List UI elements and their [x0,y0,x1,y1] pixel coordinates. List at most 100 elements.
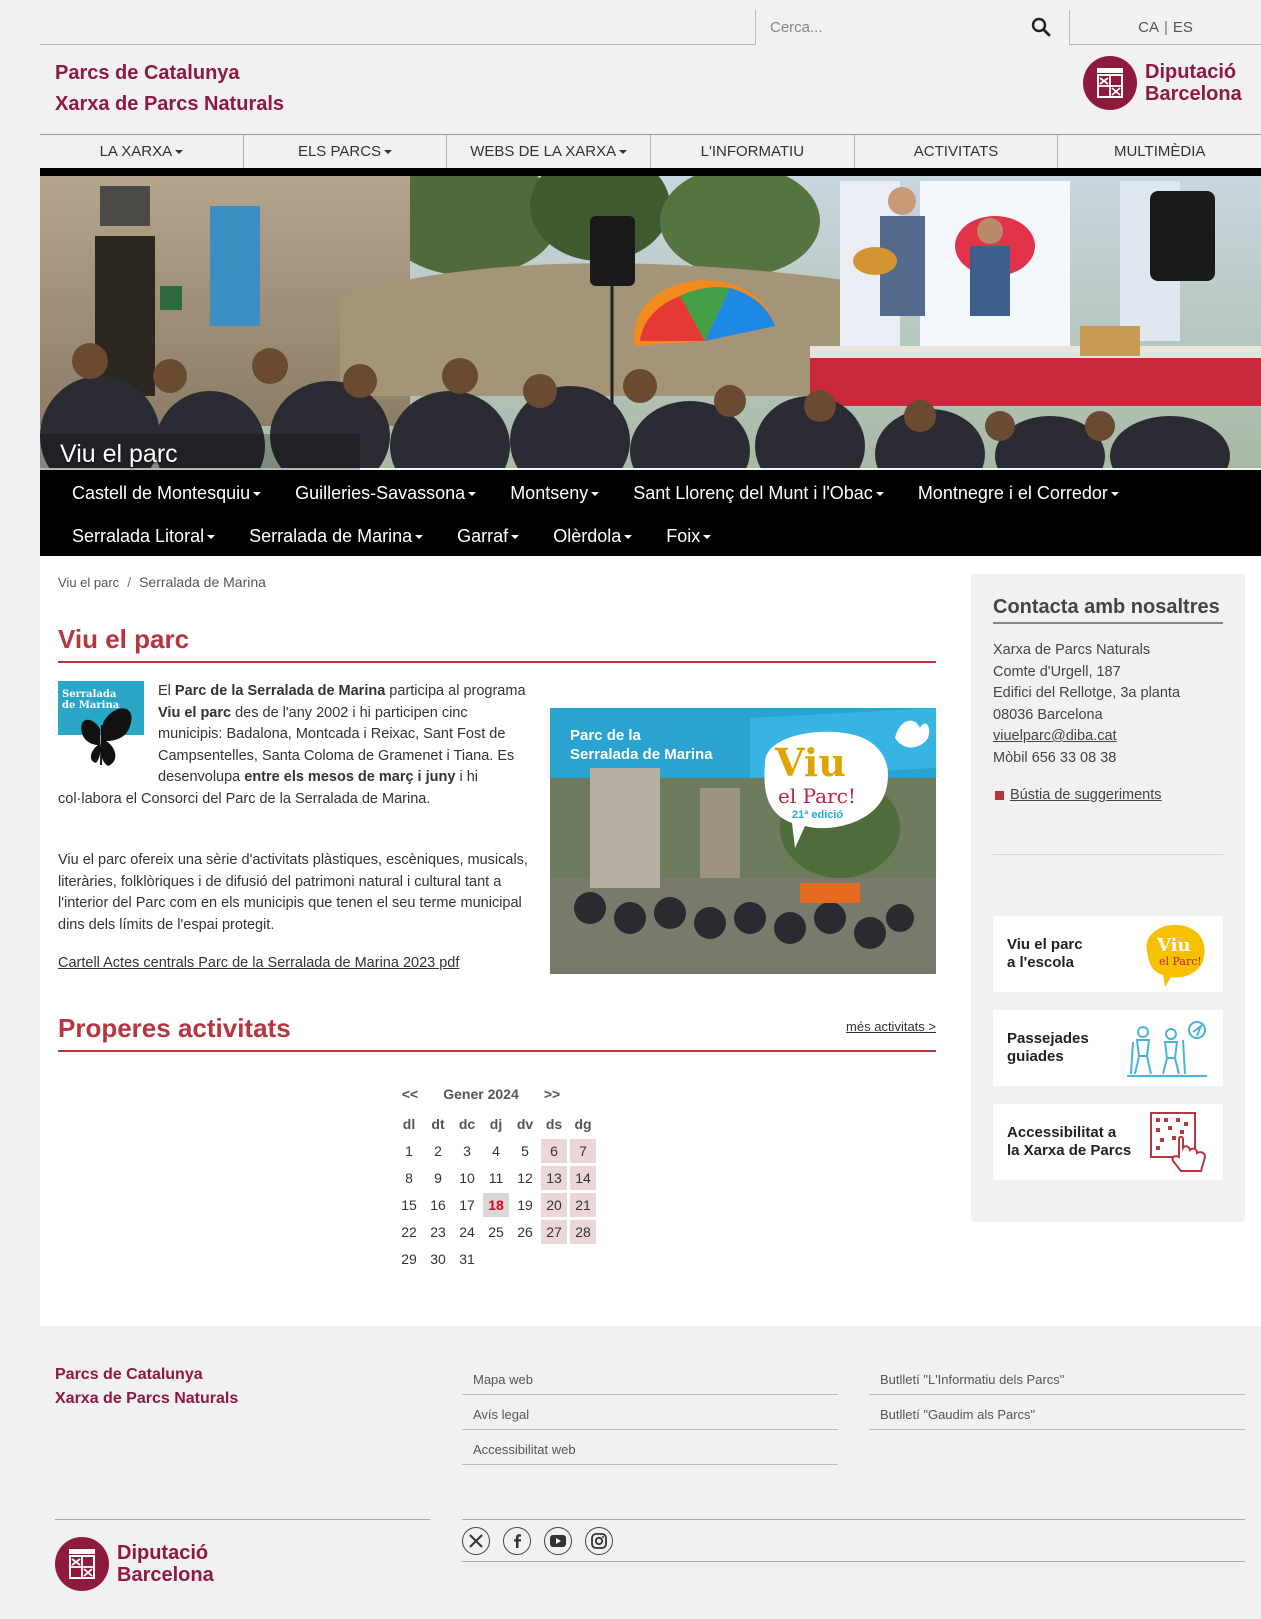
calendar-day[interactable]: 17 [454,1193,480,1217]
calendar-week: 1234567 [396,1139,596,1163]
footer-diputacio-logo[interactable]: Diputació Barcelona [55,1537,214,1591]
calendar-day[interactable]: 15 [396,1193,422,1217]
calendar-day[interactable]: 8 [396,1166,422,1190]
park-foix[interactable]: Foix [666,526,712,547]
nav-informatiu[interactable]: L'INFORMATIU [651,135,855,168]
calendar-day[interactable]: 12 [512,1166,538,1190]
lang-ca[interactable]: CA [1138,19,1159,36]
search-icon[interactable] [1031,17,1051,37]
footer-site-title[interactable]: Parcs de Catalunya Xarxa de Parcs Natura… [55,1363,238,1411]
footer-link-avis-legal[interactable]: Avís legal [462,1395,838,1430]
calendar-next-button[interactable]: >> [538,1086,566,1102]
youtube-icon[interactable] [544,1527,572,1555]
park-badge: Serralada de Marina [58,681,144,781]
calendar-empty-cell [541,1247,567,1271]
calendar-day[interactable]: 10 [454,1166,480,1190]
footer-link-butlleti-informatiu[interactable]: Butlletí "L'Informatiu dels Parcs" [869,1360,1245,1395]
viu-el-parc-escola-card[interactable]: Viu el parc a l'escola Viu el Parc! [993,916,1223,992]
park-montseny[interactable]: Montseny [510,483,600,504]
calendar-week: 15 16 17 18 19 20 21 [396,1193,596,1217]
park-olerdola[interactable]: Olèrdola [553,526,633,547]
calendar-day[interactable]: 14 [570,1166,596,1190]
touch-qr-icon [1150,1112,1207,1172]
calendar-day[interactable]: 11 [483,1166,509,1190]
footer-divider [55,1519,430,1520]
weekday: dc [458,1116,476,1132]
calendar-day[interactable]: 30 [425,1247,451,1271]
suggestions-link[interactable]: Bústia de suggeriments [995,787,1162,803]
calendar-day[interactable]: 20 [541,1193,567,1217]
calendar-day[interactable]: 31 [454,1247,480,1271]
diputacio-line1: Diputació [117,1542,209,1564]
poster-title-line2: Serralada de Marina [570,746,713,763]
instagram-icon[interactable] [585,1527,613,1555]
passejades-guiades-card[interactable]: Passejades guiades [993,1010,1223,1086]
poster-elparc-text: el Parc! [778,784,856,808]
calendar-day[interactable]: 19 [512,1193,538,1217]
park-serralada-de-marina[interactable]: Serralada de Marina [249,526,424,547]
square-bullet-icon [995,790,1004,800]
sidebar-divider [993,854,1223,855]
park-sant-llorenc[interactable]: Sant Llorenç del Munt i l'Obac [633,483,884,504]
calendar-day[interactable]: 21 [570,1193,596,1217]
search-box [755,10,1070,45]
nav-multimedia[interactable]: MULTIMÈDIA [1058,135,1261,168]
calendar-day[interactable]: 22 [396,1220,422,1244]
more-activities-link[interactable]: més activitats > [846,1019,936,1034]
calendar-day[interactable]: 16 [425,1193,451,1217]
nav-els-parcs[interactable]: ELS PARCS [244,135,448,168]
hero-banner [40,168,1261,468]
site-title[interactable]: Parcs de Catalunya Xarxa de Parcs Natura… [55,58,284,120]
diputacio-logo[interactable]: Diputació Barcelona [1083,56,1242,110]
calendar-day[interactable]: 6 [541,1139,567,1163]
footer-link-butlleti-gaudim[interactable]: Butlletí "Gaudim als Parcs" [869,1395,1245,1430]
search-input[interactable] [756,10,1026,44]
calendar-day[interactable]: 2 [425,1139,451,1163]
weekday: dg [574,1116,592,1132]
footer-divider [462,1519,1245,1520]
calendar-day[interactable]: 1 [396,1139,422,1163]
calendar-day[interactable]: 29 [396,1247,422,1271]
accessibilitat-card[interactable]: Accessibilitat a la Xarxa de Parcs [993,1104,1223,1180]
park-garraf[interactable]: Garraf [457,526,520,547]
nav-activitats[interactable]: ACTIVITATS [855,135,1059,168]
calendar-day[interactable]: 26 [512,1220,538,1244]
calendar-prev-button[interactable]: << [396,1086,424,1102]
calendar-day[interactable]: 7 [570,1139,596,1163]
park-serralada-litoral[interactable]: Serralada Litoral [72,526,216,547]
calendar-day[interactable]: 23 [425,1220,451,1244]
calendar-day[interactable]: 24 [454,1220,480,1244]
calendar-day[interactable]: 4 [483,1139,509,1163]
calendar-day[interactable]: 5 [512,1139,538,1163]
facebook-icon[interactable] [503,1527,531,1555]
breadcrumb: Viu el parc / Serralada de Marina [58,574,266,590]
x-icon[interactable] [462,1527,490,1555]
park-castell-de-montesquiu[interactable]: Castell de Montesquiu [72,483,262,504]
contact-email-link[interactable]: viuelparc@diba.cat [993,726,1180,748]
calendar-day[interactable]: 18 [483,1193,509,1217]
badge-viu: Viu [1156,935,1191,956]
calendar-day[interactable]: 25 [483,1220,509,1244]
park-guilleries-savassona[interactable]: Guilleries-Savassona [295,483,477,504]
park-label: Guilleries-Savassona [295,483,466,503]
park-montnegre[interactable]: Montnegre i el Corredor [918,483,1119,504]
calendar-empty-cell [512,1247,538,1271]
diputacio-wordmark: Diputació Barcelona [117,1542,214,1586]
calendar-day[interactable]: 13 [541,1166,567,1190]
caret-down-icon [624,535,633,540]
breadcrumb-link[interactable]: Viu el parc [58,575,119,590]
intro-text: participa al programa [385,683,526,699]
calendar-day[interactable]: 27 [541,1220,567,1244]
footer-links-col1: Mapa web Avís legal Accessibilitat web [462,1360,838,1465]
footer-link-accessibilitat[interactable]: Accessibilitat web [462,1430,838,1465]
calendar-day[interactable]: 28 [570,1220,596,1244]
calendar-day[interactable]: 3 [454,1139,480,1163]
poster-image[interactable]: Parc de la Serralada de Marina Viu el Pa… [550,708,936,974]
lang-es[interactable]: ES [1173,19,1193,36]
poster-pdf-link[interactable]: Cartell Actes centrals Parc de la Serral… [58,955,459,971]
calendar-day[interactable]: 9 [425,1166,451,1190]
footer-link-mapa-web[interactable]: Mapa web [462,1360,838,1395]
weekday: dl [402,1116,416,1132]
nav-webs-de-la-xarxa[interactable]: WEBS DE LA XARXA [447,135,652,168]
nav-la-xarxa[interactable]: LA XARXA [40,135,244,168]
